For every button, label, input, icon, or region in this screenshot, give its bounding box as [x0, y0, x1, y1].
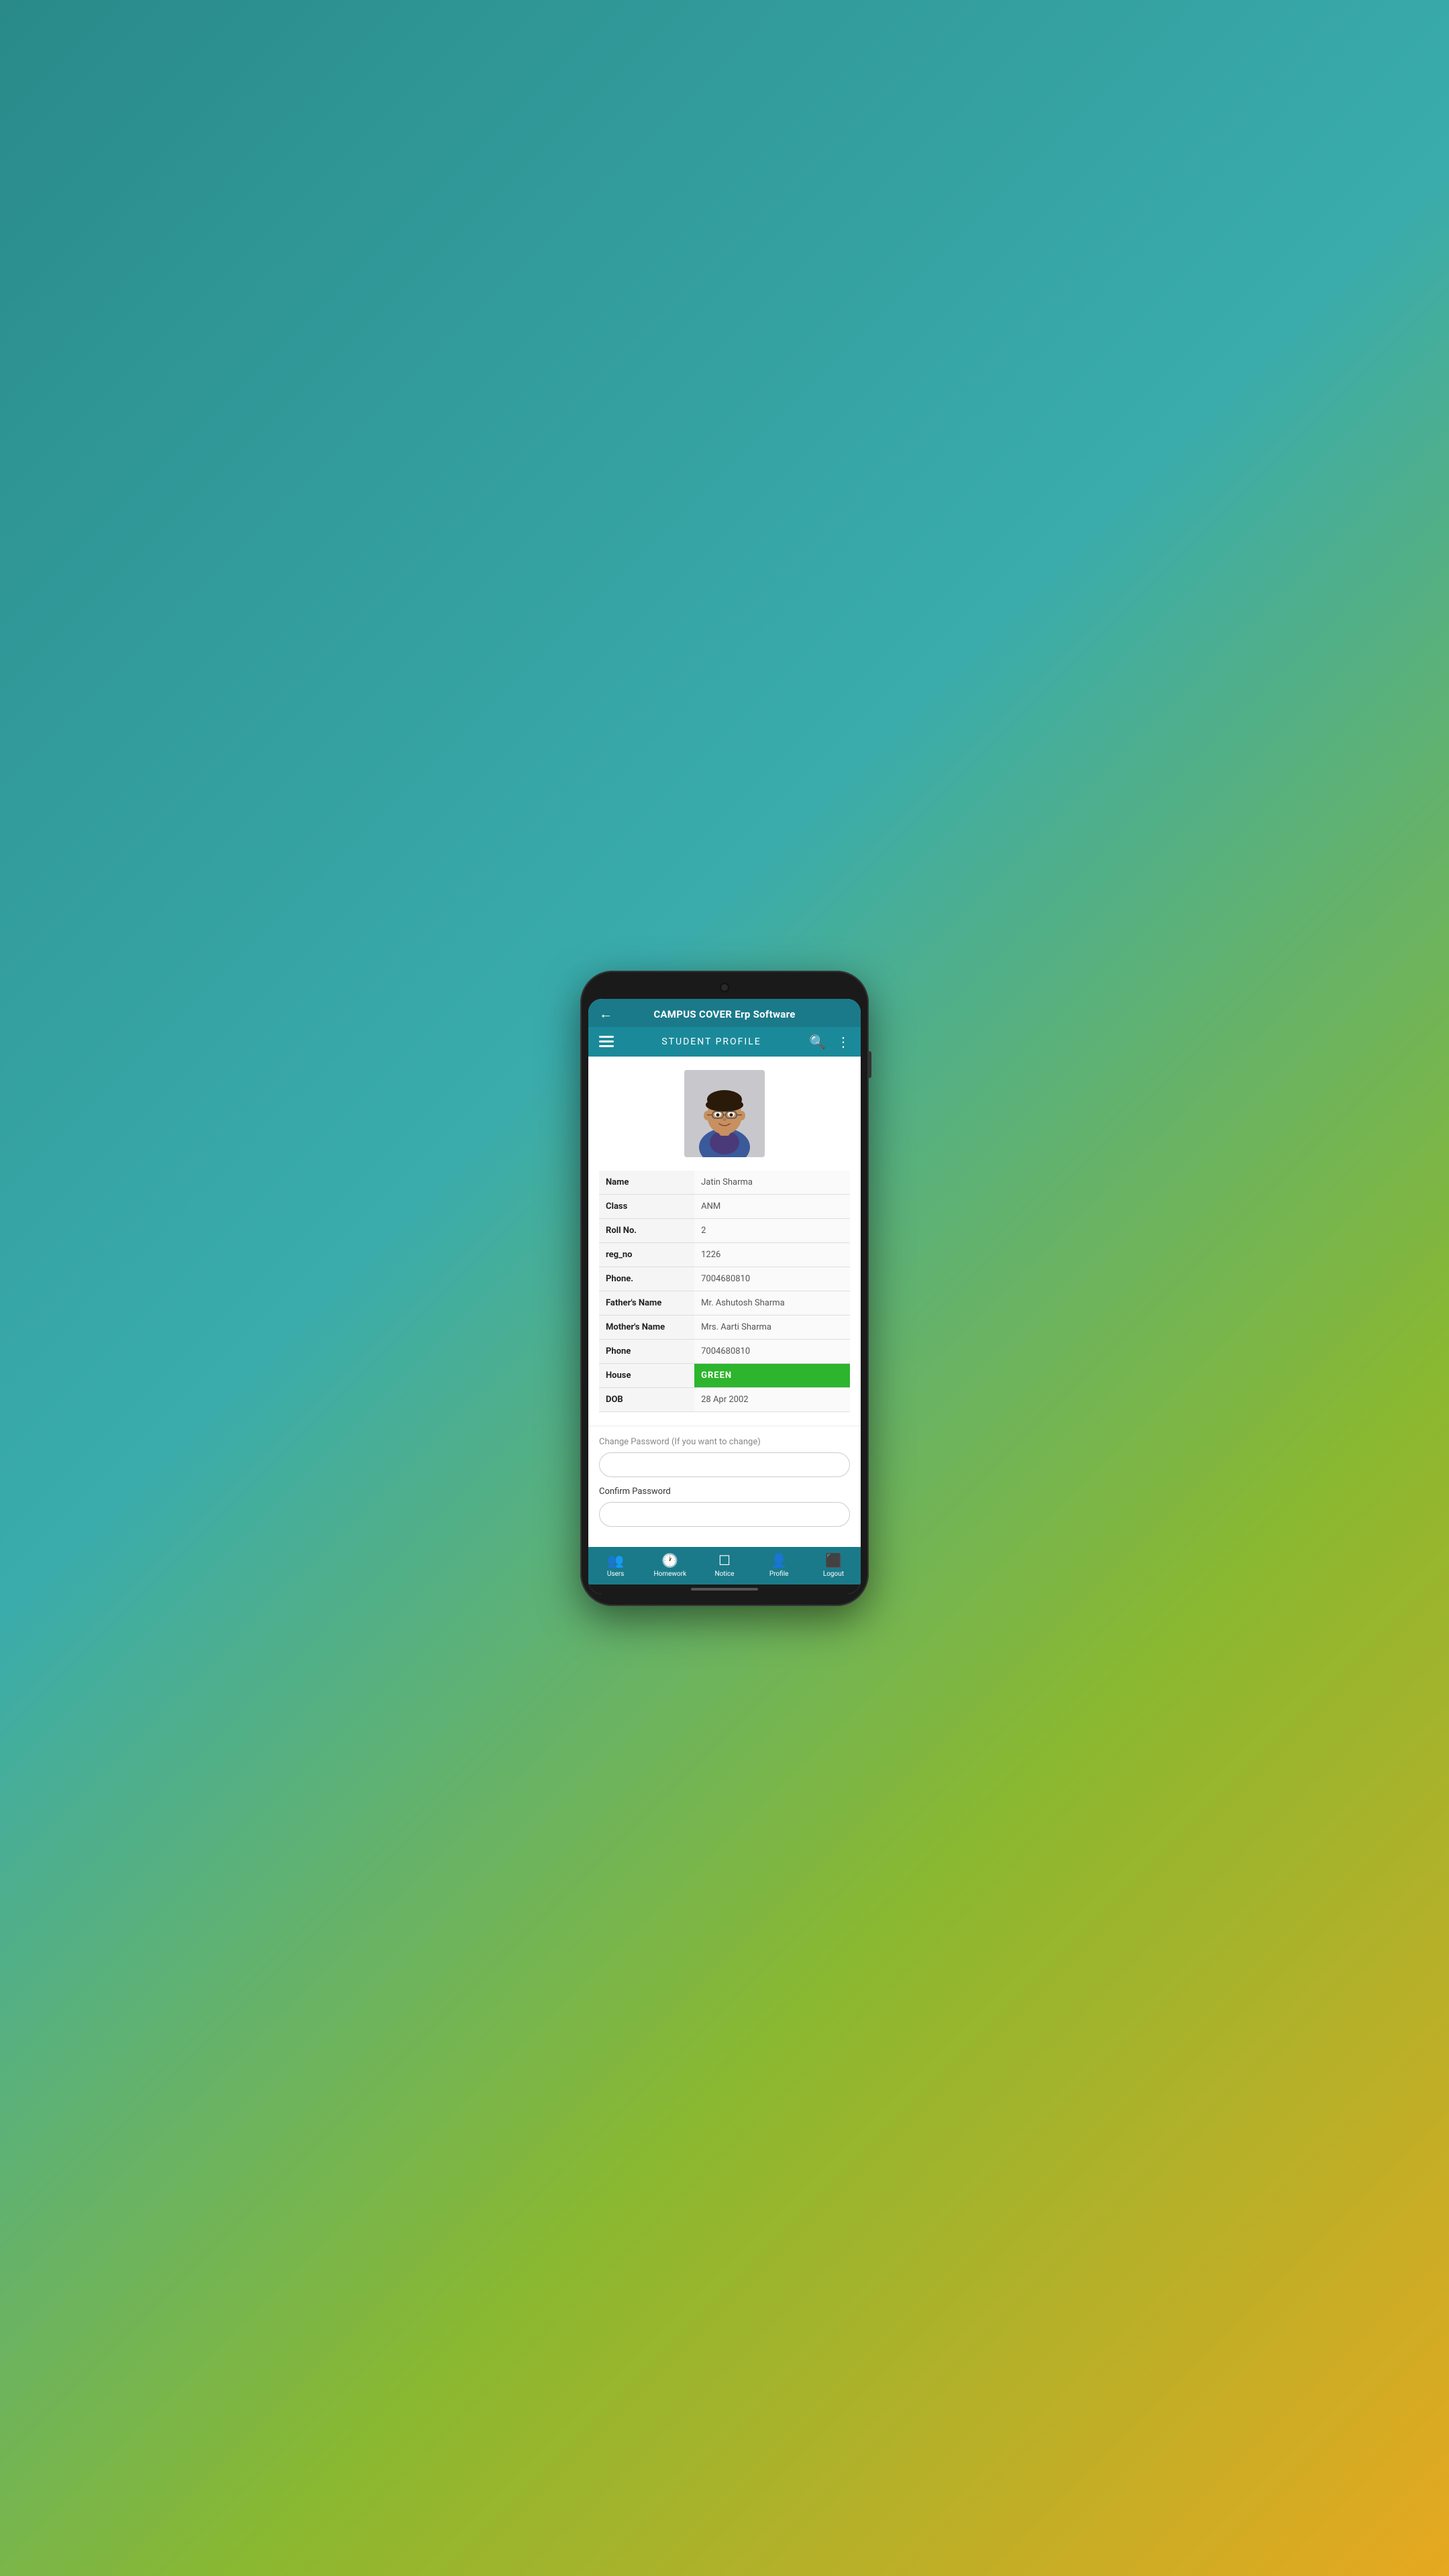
table-row: Phone 7004680810: [599, 1339, 850, 1363]
table-row: reg_no 1226: [599, 1242, 850, 1267]
change-password-label: Change Password (If you want to change): [599, 1437, 850, 1447]
table-row: Name Jatin Sharma: [599, 1171, 850, 1195]
phone1-value: 7004680810: [694, 1267, 850, 1291]
nav-title: STUDENT PROFILE: [661, 1036, 761, 1047]
nav-bar: STUDENT PROFILE 🔍 ⋮: [588, 1027, 861, 1057]
nav-logout[interactable]: ⬛ Logout: [806, 1552, 861, 1578]
search-icon[interactable]: 🔍: [809, 1034, 826, 1050]
student-photo: [684, 1070, 765, 1157]
home-indicator-bar: [691, 1588, 758, 1591]
roll-label: Roll No.: [599, 1218, 694, 1242]
phone2-value: 7004680810: [694, 1339, 850, 1363]
mother-value: Mrs. Aarti Sharma: [694, 1315, 850, 1339]
notice-icon: ☐: [718, 1552, 731, 1568]
table-row: Father's Name Mr. Ashutosh Sharma: [599, 1291, 850, 1315]
table-row: Class ANM: [599, 1194, 850, 1218]
father-label: Father's Name: [599, 1291, 694, 1315]
name-label: Name: [599, 1171, 694, 1195]
nav-profile[interactable]: 👤 Profile: [752, 1552, 806, 1578]
nav-notice[interactable]: ☐ Notice: [697, 1552, 751, 1578]
confirm-password-label: Confirm Password: [599, 1487, 850, 1497]
more-options-icon[interactable]: ⋮: [837, 1034, 850, 1050]
side-button: [869, 1051, 871, 1078]
hamburger-menu[interactable]: [599, 1036, 614, 1047]
class-label: Class: [599, 1194, 694, 1218]
mother-label: Mother's Name: [599, 1315, 694, 1339]
dob-value: 28 Apr 2002: [694, 1387, 850, 1411]
users-icon: 👥: [607, 1552, 624, 1568]
table-row: Roll No. 2: [599, 1218, 850, 1242]
phone2-label: Phone: [599, 1339, 694, 1363]
table-row: Mother's Name Mrs. Aarti Sharma: [599, 1315, 850, 1339]
homework-icon: 🕐: [661, 1552, 678, 1568]
house-value: GREEN: [694, 1363, 850, 1387]
reg-label: reg_no: [599, 1242, 694, 1267]
house-label: House: [599, 1363, 694, 1387]
nav-homework-label: Homework: [654, 1570, 687, 1578]
logout-icon: ⬛: [825, 1552, 842, 1568]
profile-table: Name Jatin Sharma Class ANM Roll No. 2 r…: [599, 1171, 850, 1412]
nav-homework[interactable]: 🕐 Homework: [643, 1552, 697, 1578]
table-row: DOB 28 Apr 2002: [599, 1387, 850, 1411]
content-area: Name Jatin Sharma Class ANM Roll No. 2 r…: [588, 1057, 861, 1426]
profile-icon: 👤: [771, 1552, 788, 1568]
bottom-nav: 👥 Users 🕐 Homework ☐ Notice 👤 Profile ⬛ …: [588, 1547, 861, 1585]
reg-value: 1226: [694, 1242, 850, 1267]
app-title: CAMPUS COVER Erp Software: [653, 1008, 795, 1020]
password-section: Change Password (If you want to change) …: [588, 1426, 861, 1547]
nav-notice-label: Notice: [714, 1570, 734, 1578]
roll-value: 2: [694, 1218, 850, 1242]
phone-screen: ← CAMPUS COVER Erp Software STUDENT PROF…: [588, 999, 861, 1594]
nav-logout-label: Logout: [823, 1570, 844, 1578]
top-bar: ← CAMPUS COVER Erp Software: [588, 999, 861, 1027]
change-password-input[interactable]: [599, 1452, 850, 1477]
nav-users-label: Users: [607, 1570, 625, 1578]
confirm-password-input[interactable]: [599, 1502, 850, 1527]
table-row: Phone. 7004680810: [599, 1267, 850, 1291]
father-value: Mr. Ashutosh Sharma: [694, 1291, 850, 1315]
dob-label: DOB: [599, 1387, 694, 1411]
camera: [720, 983, 729, 992]
home-indicator: [588, 1585, 861, 1594]
nav-users[interactable]: 👥 Users: [588, 1552, 643, 1578]
table-row: House GREEN: [599, 1363, 850, 1387]
student-avatar-svg: [684, 1070, 765, 1157]
phone-frame: ← CAMPUS COVER Erp Software STUDENT PROF…: [580, 971, 869, 1606]
back-button[interactable]: ←: [599, 1006, 612, 1022]
nav-profile-label: Profile: [769, 1570, 789, 1578]
photo-container: [599, 1070, 850, 1157]
phone1-label: Phone.: [599, 1267, 694, 1291]
name-value: Jatin Sharma: [694, 1171, 850, 1195]
nav-icons: 🔍 ⋮: [809, 1034, 850, 1050]
class-value: ANM: [694, 1194, 850, 1218]
